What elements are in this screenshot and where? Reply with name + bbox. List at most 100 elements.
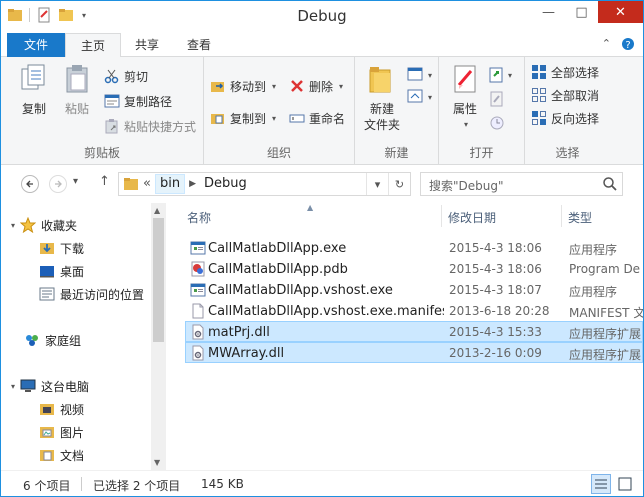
- tab-share[interactable]: 共享: [127, 33, 167, 57]
- expand-icon[interactable]: ▾: [11, 221, 15, 230]
- help-icon[interactable]: ?: [621, 37, 635, 51]
- open-icon[interactable]: ▾: [489, 67, 515, 83]
- file-type: 应用程序: [569, 285, 618, 299]
- large-icons-view-button[interactable]: [615, 474, 635, 494]
- svg-text:▾: ▾: [428, 71, 432, 80]
- expand-icon[interactable]: ▾: [11, 382, 15, 391]
- nav-documents[interactable]: 文档: [39, 444, 84, 466]
- history-icon[interactable]: [489, 115, 505, 131]
- invert-selection-button[interactable]: 反向选择: [531, 109, 599, 127]
- up-arrow-icon[interactable]: ↑: [99, 174, 110, 189]
- nav-downloads[interactable]: 下载: [39, 237, 84, 259]
- copy-path-button[interactable]: 复制路径: [104, 92, 172, 110]
- file-date: 2015-4-3 18:06: [449, 262, 542, 276]
- select-all-button[interactable]: 全部选择: [531, 63, 599, 81]
- delete-button[interactable]: 删除 ▾: [289, 77, 343, 95]
- refresh-icon[interactable]: ↻: [388, 173, 410, 195]
- tab-file[interactable]: 文件: [7, 33, 65, 57]
- select-group-label: 选择: [555, 146, 580, 160]
- file-date: 2015-4-3 15:33: [449, 325, 542, 339]
- open-group-label: 打开: [469, 146, 494, 160]
- breadcrumb-separator-icon[interactable]: ▶: [185, 179, 200, 189]
- rename-button[interactable]: 重命名: [289, 109, 345, 127]
- properties-button[interactable]: 属性 ▾: [445, 63, 485, 133]
- easy-access-icon[interactable]: ▾: [407, 89, 433, 105]
- close-button[interactable]: ✕: [598, 1, 643, 23]
- nav-pictures[interactable]: 图片: [39, 421, 84, 443]
- column-divider[interactable]: [561, 205, 562, 227]
- file-name: CallMatlabDllApp.pdb: [208, 262, 348, 277]
- file-name: matPrj.dll: [208, 325, 270, 340]
- address-controls: ▾ ↻: [366, 173, 410, 195]
- copy-to-button[interactable]: 复制到 ▾: [210, 109, 276, 127]
- invert-selection-label: 反向选择: [551, 111, 600, 126]
- scrollbar-thumb[interactable]: [153, 218, 164, 342]
- new-folder-button[interactable]: 新建 文件夹: [361, 63, 403, 133]
- address-bar[interactable]: « bin ▶ Debug ▾ ↻: [118, 172, 411, 196]
- cut-button[interactable]: 剪切: [104, 67, 148, 85]
- select-none-icon: [532, 88, 546, 102]
- breadcrumb-overflow[interactable]: «: [139, 173, 155, 195]
- collapse-ribbon-icon[interactable]: ⌃: [602, 37, 611, 51]
- recent-locations-icon[interactable]: ▾: [73, 176, 78, 187]
- column-divider[interactable]: [441, 205, 442, 227]
- file-row[interactable]: matPrj.dll 2015-4-3 15:33 应用程序扩展: [185, 321, 643, 342]
- nav-videos[interactable]: 视频: [39, 398, 84, 420]
- move-to-dropdown-icon: ▾: [272, 81, 277, 91]
- select-all-icon: [532, 65, 546, 79]
- scroll-down-icon[interactable]: ▼: [154, 458, 160, 467]
- breadcrumb-bin[interactable]: bin: [154, 174, 186, 194]
- paste-label: 粘贴: [64, 102, 89, 116]
- new-item-icon[interactable]: ▾: [407, 67, 433, 83]
- details-view-button[interactable]: [591, 474, 611, 494]
- column-name[interactable]: 名称: [187, 209, 211, 226]
- forward-button[interactable]: [49, 175, 67, 193]
- nav-favorites[interactable]: ▾ 收藏夹: [11, 214, 77, 236]
- file-date: 2013-2-16 0:09: [449, 346, 542, 360]
- nav-homegroup-label: 家庭组: [45, 333, 82, 348]
- file-row[interactable]: MWArray.dll 2013-2-16 0:09 应用程序扩展: [185, 342, 643, 363]
- maximize-button[interactable]: □: [565, 1, 598, 23]
- address-dropdown-icon[interactable]: ▾: [366, 173, 388, 195]
- file-row[interactable]: CallMatlabDllApp.vshost.exe 2015-4-3 18:0…: [185, 279, 643, 300]
- star-icon: [20, 217, 37, 233]
- file-name: CallMatlabDllApp.vshost.exe.manifest: [208, 304, 444, 319]
- column-type[interactable]: 类型: [568, 209, 592, 226]
- paste-shortcut-button[interactable]: 粘贴快捷方式: [104, 117, 196, 135]
- search-box[interactable]: 搜索"Debug": [420, 172, 623, 196]
- nav-recent[interactable]: 最近访问的位置: [39, 283, 144, 305]
- edit-icon[interactable]: [489, 91, 505, 107]
- rename-icon: [289, 114, 305, 123]
- navigation-bar: ▾ ↑ « bin ▶ Debug ▾ ↻ 搜索"Debug": [1, 166, 643, 202]
- select-none-button[interactable]: 全部取消: [531, 86, 599, 104]
- organize-group: 移动到 ▾ 复制到 ▾ 删除 ▾ 重命名 组织: [204, 57, 355, 165]
- new-folder-label-line2: 文件夹: [363, 118, 400, 132]
- column-date[interactable]: 修改日期: [448, 209, 496, 226]
- move-to-button[interactable]: 移动到 ▾: [210, 77, 276, 95]
- file-row[interactable]: CallMatlabDllApp.vshost.exe.manifest 2013…: [185, 300, 643, 321]
- paste-button[interactable]: 粘贴: [57, 63, 97, 117]
- scroll-up-icon[interactable]: ▲: [154, 206, 160, 215]
- file-type: 应用程序扩展: [569, 348, 642, 362]
- nav-videos-label: 视频: [60, 402, 85, 417]
- nav-this-pc-label: 这台电脑: [41, 379, 90, 394]
- nav-this-pc[interactable]: ▾ 这台电脑: [11, 375, 89, 397]
- delete-dropdown-icon: ▾: [339, 81, 344, 91]
- scissors-icon: [104, 69, 119, 84]
- clipboard-group: 复制 粘贴 剪切 复制路径 粘贴快捷方式 剪贴板: [1, 57, 204, 165]
- nav-pane-scrollbar[interactable]: ▲ ▼: [151, 203, 166, 470]
- file-row[interactable]: CallMatlabDllApp.exe 2015-4-3 18:06 应用程序: [185, 237, 643, 258]
- tab-home[interactable]: 主页: [65, 33, 121, 58]
- nav-desktop[interactable]: 桌面: [39, 260, 84, 282]
- nav-homegroup[interactable]: 家庭组: [11, 329, 81, 351]
- breadcrumb-debug[interactable]: Debug: [200, 173, 251, 195]
- nav-recent-label: 最近访问的位置: [60, 287, 145, 302]
- manifest-icon: [192, 303, 204, 319]
- move-to-icon: [211, 82, 224, 92]
- back-button[interactable]: [21, 175, 39, 193]
- file-name: CallMatlabDllApp.exe: [208, 241, 347, 256]
- file-row[interactable]: CallMatlabDllApp.pdb 2015-4-3 18:06 Progra…: [185, 258, 643, 279]
- copy-button[interactable]: 复制: [13, 63, 55, 117]
- minimize-button[interactable]: —: [532, 1, 565, 23]
- tab-view[interactable]: 查看: [179, 33, 219, 57]
